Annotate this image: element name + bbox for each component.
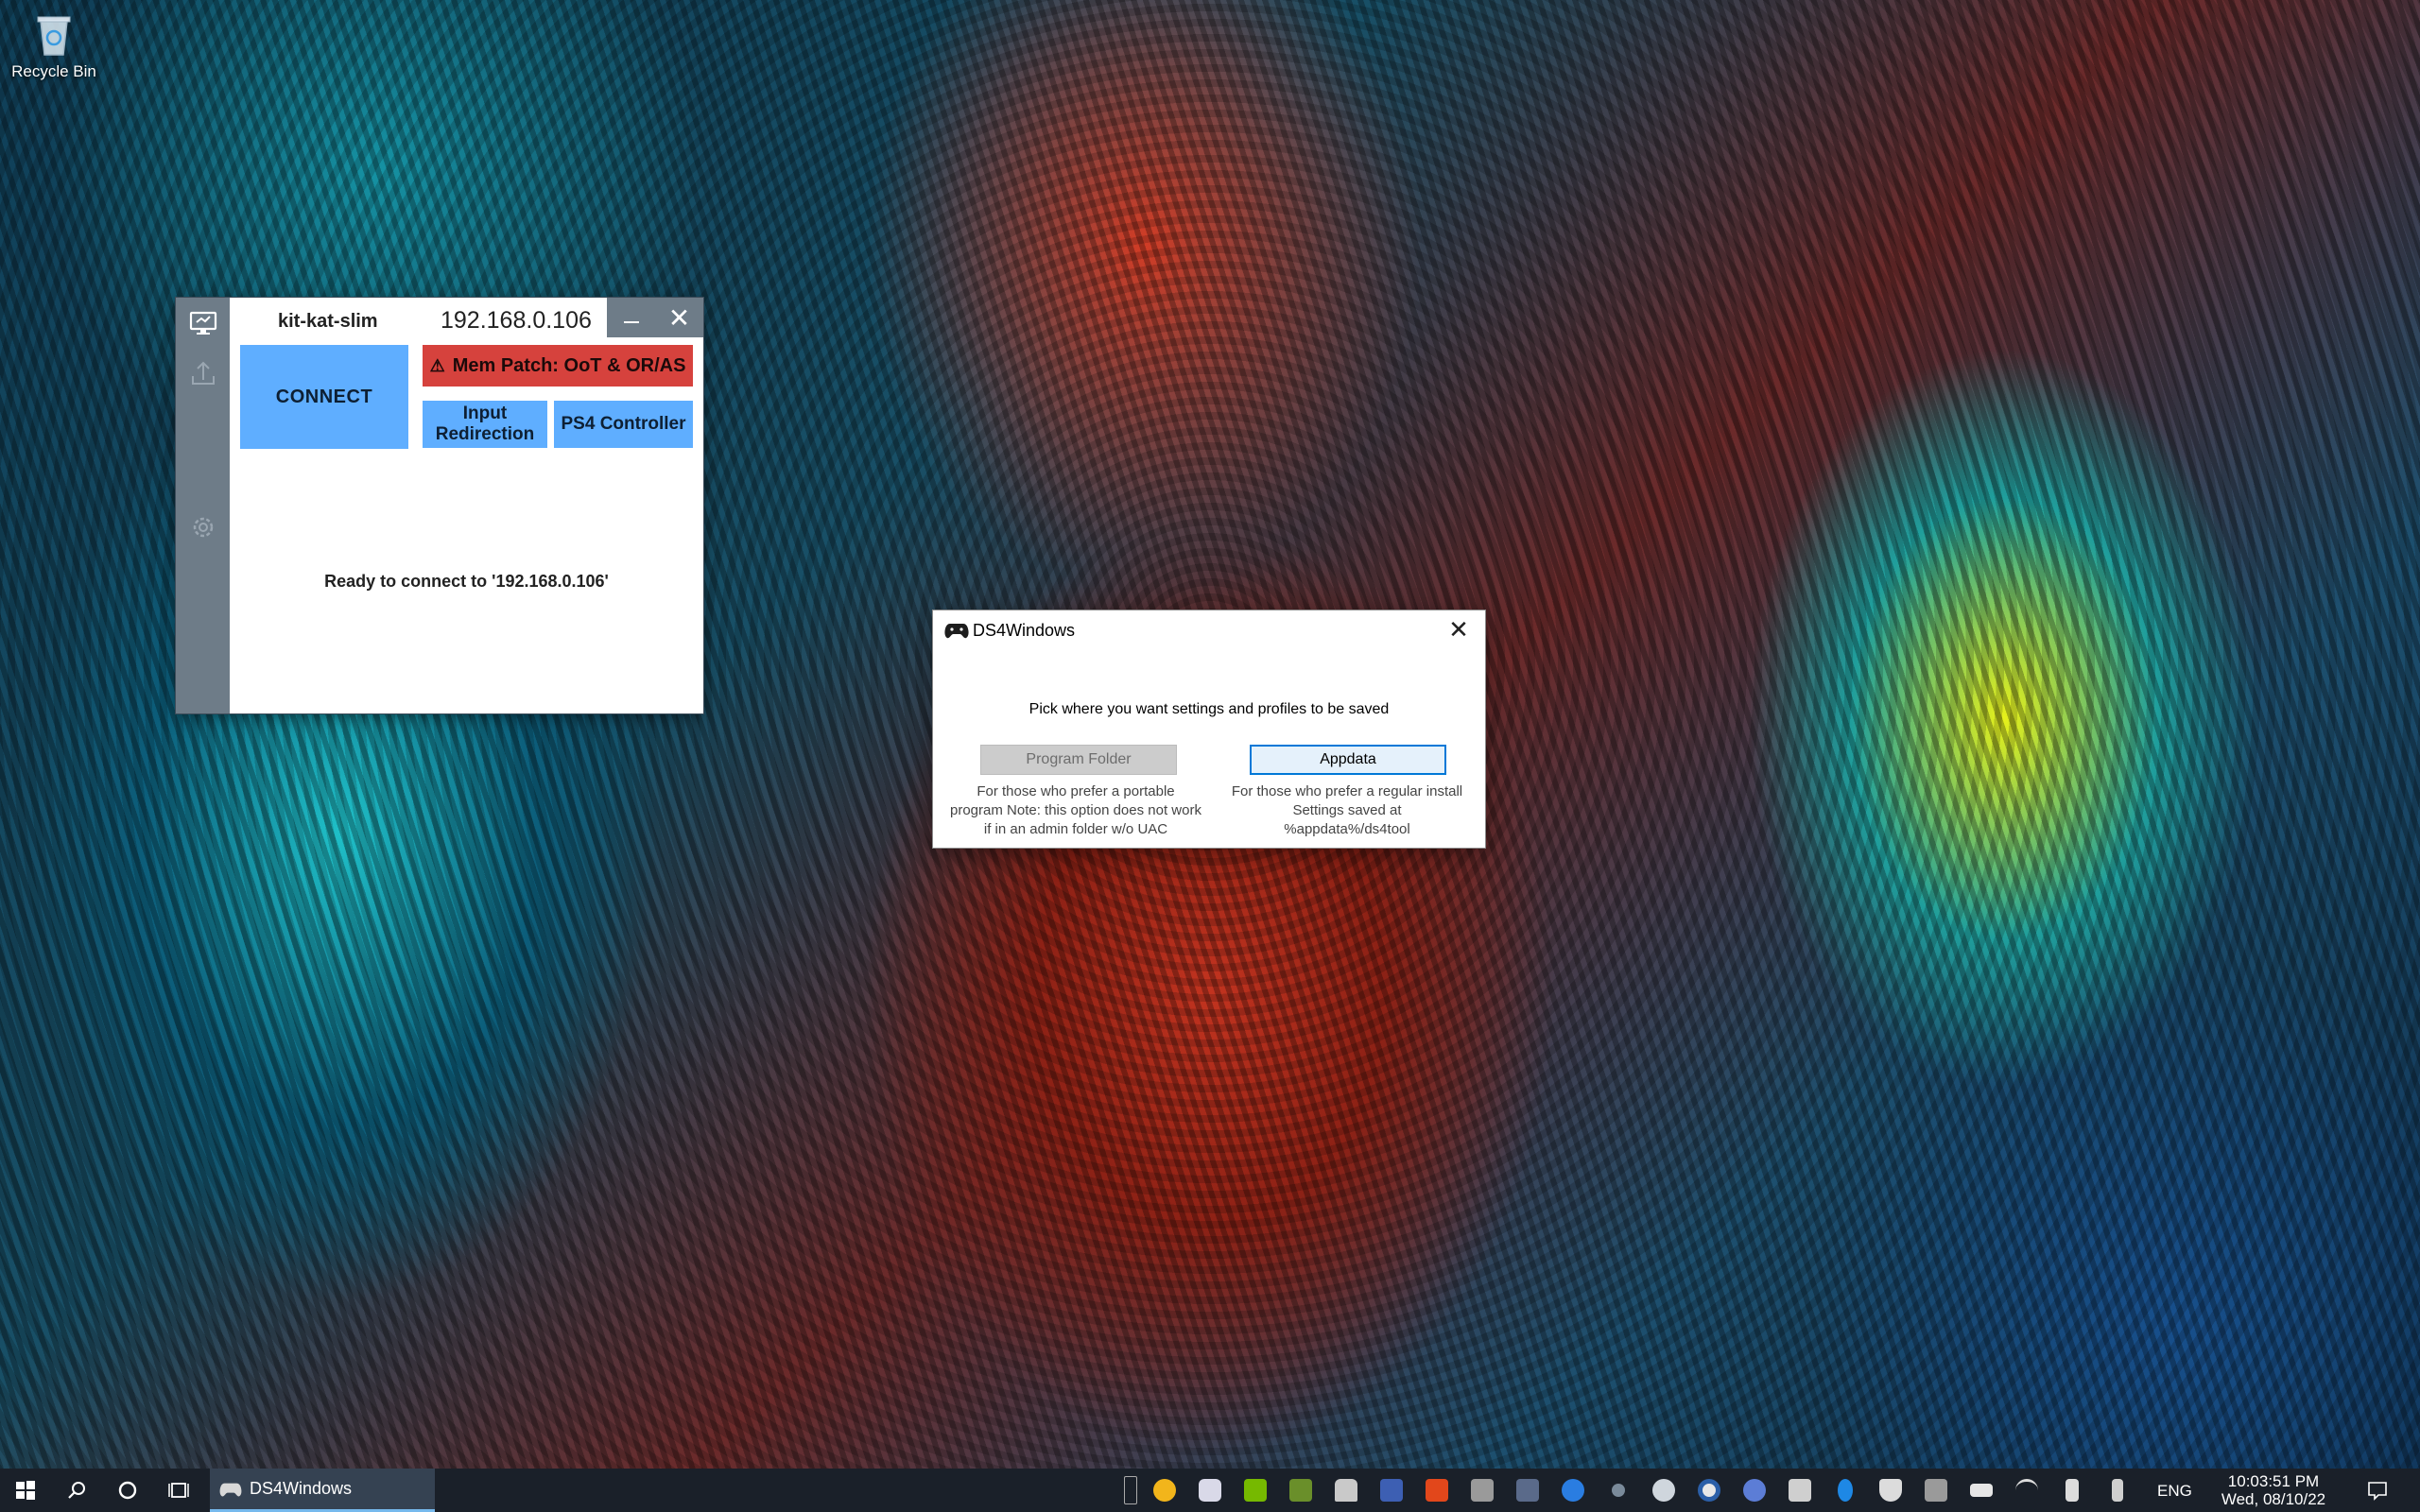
docker-icon[interactable] <box>1323 1469 1369 1512</box>
device-hostname: kit-kat-slim <box>278 311 378 332</box>
monitor-icon[interactable] <box>187 307 219 339</box>
steam-icon[interactable] <box>1641 1469 1686 1512</box>
desc-line: For those who prefer a regular install <box>1231 783 1463 799</box>
gamepad-icon <box>944 620 969 641</box>
search-icon <box>68 1482 85 1499</box>
desc-line: Settings saved at <box>1292 802 1402 818</box>
recycle-bin-shortcut[interactable]: Recycle Bin <box>8 11 100 81</box>
mem-patch-label: Mem Patch: OoT & OR/AS <box>452 354 686 376</box>
dialog-close-button[interactable]: ✕ <box>1440 612 1478 646</box>
input-redirection-label-line1: Input <box>462 404 508 423</box>
cortana-icon <box>118 1481 137 1500</box>
app-icon[interactable] <box>1505 1469 1550 1512</box>
connection-status-text: Ready to connect to '192.168.0.106' <box>324 572 609 591</box>
clock[interactable]: 10:03:51 PM Wed, 08/10/22 <box>2203 1472 2344 1508</box>
close-button[interactable]: ✕ <box>655 298 703 337</box>
start-button[interactable] <box>0 1469 51 1512</box>
notification-icon <box>2368 1482 2387 1501</box>
clock-time: 10:03:51 PM <box>2227 1472 2320 1490</box>
download-icon[interactable] <box>1777 1469 1823 1512</box>
bluetooth-icon[interactable] <box>1823 1469 1868 1512</box>
notification-center-button[interactable] <box>2354 1469 2401 1512</box>
usb-icon[interactable] <box>2095 1469 2140 1512</box>
qbittorrent-icon[interactable] <box>1732 1469 1777 1512</box>
gear-icon[interactable] <box>187 511 219 543</box>
discord-icon[interactable] <box>1187 1469 1233 1512</box>
minimize-button[interactable] <box>607 298 655 337</box>
upload-icon[interactable] <box>187 357 219 389</box>
chevron-up-icon[interactable] <box>1119 1469 1142 1512</box>
ps4-controller-button[interactable]: PS4 Controller <box>554 401 693 448</box>
task-view-icon <box>168 1483 189 1498</box>
gamepad-icon <box>219 1483 242 1496</box>
program-folder-button[interactable]: Program Folder <box>980 745 1177 775</box>
clock-date: Wed, 08/10/22 <box>2221 1490 2326 1508</box>
moon-icon[interactable] <box>1142 1469 1187 1512</box>
taskbar-app-ds4windows[interactable]: DS4Windows <box>210 1469 435 1512</box>
input-redirection-button[interactable]: Input Redirection <box>423 401 547 448</box>
desc-line: For those who prefer a portable <box>977 783 1175 799</box>
mem-patch-button[interactable]: ⚠ Mem Patch: OoT & OR/AS <box>423 345 693 387</box>
windows-icon <box>16 1481 35 1500</box>
shield-icon[interactable] <box>1868 1469 1913 1512</box>
battery-icon[interactable] <box>1959 1469 2004 1512</box>
appdata-description: For those who prefer a regular install S… <box>1211 782 1483 839</box>
device-ip: 192.168.0.106 <box>441 307 592 334</box>
app-icon[interactable] <box>1596 1469 1641 1512</box>
appdata-button[interactable]: Appdata <box>1250 745 1446 775</box>
dialog-title: DS4Windows <box>973 621 1076 640</box>
warning-icon: ⚠ <box>429 355 445 375</box>
app-icon[interactable] <box>1913 1469 1959 1512</box>
drive-icon[interactable] <box>1460 1469 1505 1512</box>
connect-button[interactable]: CONNECT <box>240 345 408 449</box>
font-icon[interactable] <box>1369 1469 1414 1512</box>
recycle-bin-label: Recycle Bin <box>11 62 96 80</box>
volume-icon[interactable] <box>2049 1469 2095 1512</box>
minimize-icon <box>623 321 639 323</box>
close-icon: ✕ <box>667 302 691 333</box>
app-icon[interactable] <box>1414 1469 1460 1512</box>
lifebuoy-icon[interactable] <box>1686 1469 1732 1512</box>
taskbar: DS4Windows ENG 10:03:51 PM Wed, 08/10/22 <box>0 1469 2420 1512</box>
wifi-icon[interactable] <box>2004 1469 2049 1512</box>
desc-line: program Note: this option does not work <box>950 802 1201 818</box>
ds4windows-dialog: DS4Windows ✕ Pick where you want setting… <box>932 610 1486 849</box>
input-redirection-label-line2: Redirection <box>435 424 535 444</box>
dialog-prompt: Pick where you want settings and profile… <box>1028 701 1390 717</box>
nvidia-icon[interactable] <box>1233 1469 1278 1512</box>
excel-icon[interactable] <box>1278 1469 1323 1512</box>
lightning-icon[interactable] <box>1550 1469 1596 1512</box>
system-tray <box>1119 1469 2140 1512</box>
window-sidebar <box>176 298 230 713</box>
program-folder-description: For those who prefer a portable program … <box>939 782 1213 839</box>
close-icon: ✕ <box>1448 614 1469 644</box>
recycle-bin-icon <box>33 11 75 57</box>
input-language[interactable]: ENG <box>2157 1482 2192 1501</box>
streaming-client-window: kit-kat-slim 192.168.0.106 ✕ CONNECT ⚠ M… <box>176 298 703 713</box>
taskbar-app-label: DS4Windows <box>250 1479 353 1498</box>
desc-line: if in an admin folder w/o UAC <box>983 821 1168 837</box>
cortana-button[interactable] <box>102 1469 153 1512</box>
window-controls: ✕ <box>607 298 703 337</box>
search-button[interactable] <box>51 1469 102 1512</box>
desc-line: %appdata%/ds4tool <box>1284 821 1410 837</box>
task-view-button[interactable] <box>153 1469 204 1512</box>
